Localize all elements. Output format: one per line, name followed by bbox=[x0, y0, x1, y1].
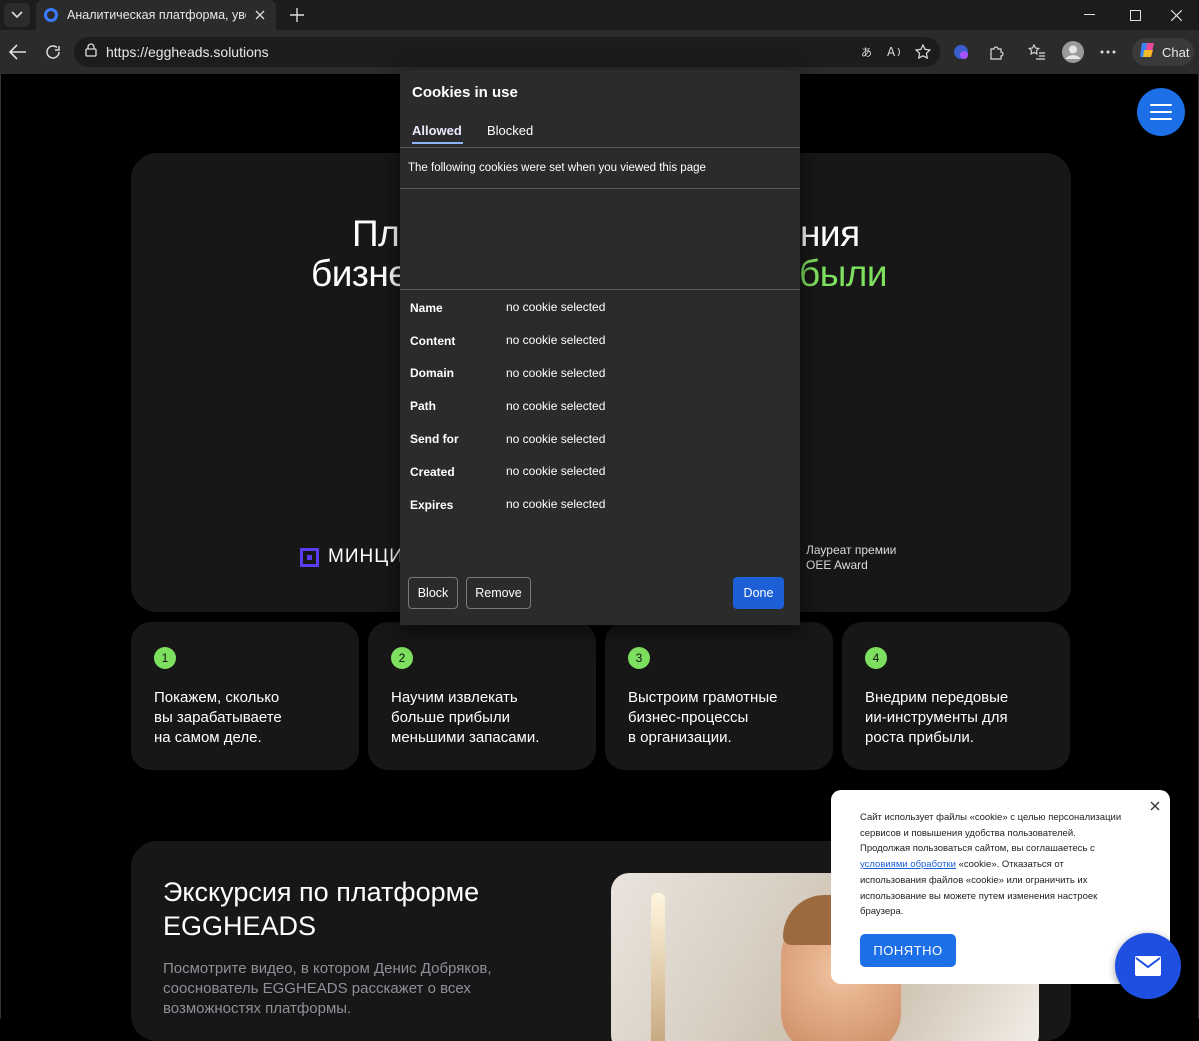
detail-value-expires: no cookie selected bbox=[506, 497, 606, 511]
consent-text: Сайт использует файлы «cookie» с целью п… bbox=[860, 812, 1122, 918]
mail-icon bbox=[1135, 956, 1161, 976]
back-arrow-icon[interactable] bbox=[3, 37, 33, 67]
dialog-title: Cookies in use bbox=[412, 84, 518, 101]
accept-cookies-button[interactable]: ПОНЯТНО bbox=[860, 934, 956, 967]
block-button[interactable]: Block bbox=[408, 577, 458, 609]
detail-label-send-for: Send for bbox=[410, 432, 459, 446]
step-text: Покажем, сколько вы зарабатываете на самом… bbox=[154, 689, 282, 746]
detail-label-name: Name bbox=[410, 301, 443, 315]
tour-title: Экскурсия по платформе EGGHEADS bbox=[163, 877, 480, 941]
tab-allowed[interactable]: Allowed bbox=[412, 123, 462, 138]
tab-actions-chevron-icon[interactable] bbox=[4, 3, 30, 27]
close-icon[interactable] bbox=[1147, 798, 1163, 814]
detail-value-created: no cookie selected bbox=[506, 464, 606, 478]
step-number-badge: 4 bbox=[865, 647, 887, 669]
done-button[interactable]: Done bbox=[733, 577, 784, 609]
copilot-chat-button[interactable]: Chat bbox=[1132, 38, 1194, 66]
step-text: Выстроим грамотные бизнес-процессы в орган… bbox=[628, 689, 778, 746]
detail-label-domain: Domain bbox=[410, 366, 455, 380]
profile-avatar-icon[interactable] bbox=[1060, 39, 1086, 65]
hero-title-line1-right: ния bbox=[800, 213, 860, 254]
copilot-icon bbox=[1138, 41, 1156, 64]
cookie-tree-list[interactable] bbox=[400, 189, 800, 289]
tab-blocked[interactable]: Blocked bbox=[487, 123, 533, 138]
tour-description: Посмотрите видео, в котором Денис Добряк… bbox=[163, 960, 492, 1017]
browser-toolbar: https://eggheads.solutions あ A Chat bbox=[0, 30, 1199, 74]
partner-logo: МИНЦИ bbox=[300, 546, 404, 568]
detail-value-content: no cookie selected bbox=[506, 333, 606, 347]
svg-text:A: A bbox=[887, 45, 896, 59]
url-text[interactable]: https://eggheads.solutions bbox=[106, 44, 269, 60]
step-card-1: 1 Покажем, сколько вы зарабатываете на сам… bbox=[131, 622, 359, 770]
partner-logo-text: МИНЦИ bbox=[328, 546, 404, 567]
cookies-in-use-dialog: Cookies in use Allowed Blocked The follo… bbox=[400, 70, 800, 625]
divider bbox=[400, 147, 800, 148]
award-caption: Лауреат премии OEE Award bbox=[806, 543, 896, 573]
svg-text:あ: あ bbox=[861, 46, 872, 59]
divider bbox=[400, 289, 800, 290]
step-card-2: 2 Научим извлекать больше прибыли меньшими… bbox=[368, 622, 596, 770]
detail-label-content: Content bbox=[410, 334, 456, 348]
dialog-info-text: The following cookies were set when you … bbox=[408, 162, 706, 174]
tab-title: Аналитическая платформа, увели bbox=[67, 8, 246, 22]
maximize-window-icon[interactable] bbox=[1112, 0, 1158, 30]
minimize-window-icon[interactable] bbox=[1066, 0, 1112, 30]
browser-tab[interactable]: Аналитическая платформа, увели bbox=[36, 0, 276, 30]
hero-title-line2-right: были bbox=[799, 253, 888, 294]
award-line: Лауреат премии bbox=[806, 543, 897, 557]
read-aloud-icon[interactable]: A bbox=[884, 42, 906, 62]
favorite-star-icon[interactable] bbox=[912, 42, 934, 62]
new-tab-plus-icon[interactable] bbox=[286, 4, 308, 26]
address-bar[interactable]: https://eggheads.solutions あ A bbox=[74, 37, 940, 67]
translate-icon[interactable]: あ bbox=[858, 42, 880, 62]
favorites-list-icon[interactable] bbox=[1024, 39, 1050, 65]
browser-tab-bar: Аналитическая платформа, увели bbox=[0, 0, 1199, 30]
site-info-lock-icon[interactable] bbox=[84, 42, 98, 62]
partner-logo-mark-icon bbox=[300, 547, 319, 567]
active-tab-indicator bbox=[412, 142, 463, 144]
detail-label-path: Path bbox=[410, 399, 437, 413]
close-window-icon[interactable] bbox=[1153, 0, 1199, 30]
hero-title-line2-left: бизне bbox=[311, 253, 409, 294]
extensions-puzzle-icon[interactable] bbox=[983, 39, 1009, 65]
step-number-badge: 3 bbox=[628, 647, 650, 669]
detail-label-expires: Expires bbox=[410, 498, 454, 512]
site-favicon-icon bbox=[44, 8, 58, 22]
detail-value-send-for: no cookie selected bbox=[506, 432, 606, 446]
step-number-badge: 2 bbox=[391, 647, 413, 669]
step-text: Внедрим передовые ии-инструменты для роста… bbox=[865, 689, 1009, 746]
hero-title-line1-left: Пл bbox=[352, 213, 400, 254]
hamburger-menu-button[interactable] bbox=[1137, 88, 1185, 136]
detail-value-domain: no cookie selected bbox=[506, 366, 606, 380]
step-number-badge: 1 bbox=[154, 647, 176, 669]
cookie-terms-link[interactable]: условиями обработки bbox=[860, 859, 956, 870]
step-text: Научим извлекать больше прибыли меньшими з… bbox=[391, 689, 540, 746]
more-options-icon[interactable] bbox=[1095, 39, 1121, 65]
reload-icon[interactable] bbox=[38, 37, 68, 67]
remove-button[interactable]: Remove bbox=[466, 577, 531, 609]
detail-value-name: no cookie selected bbox=[506, 300, 606, 314]
award-line: OEE Award bbox=[806, 558, 868, 572]
step-card-3: 3 Выстроим грамотные бизнес-процессы в орг… bbox=[605, 622, 833, 770]
detail-value-path: no cookie selected bbox=[506, 399, 606, 413]
browser-essentials-icon[interactable] bbox=[948, 39, 974, 65]
contact-mail-button[interactable] bbox=[1115, 933, 1181, 999]
chat-label: Chat bbox=[1162, 44, 1190, 60]
close-tab-icon[interactable] bbox=[252, 7, 268, 23]
step-card-4: 4 Внедрим передовые ии-инструменты для рос… bbox=[842, 622, 1070, 770]
detail-label-created: Created bbox=[410, 465, 455, 479]
